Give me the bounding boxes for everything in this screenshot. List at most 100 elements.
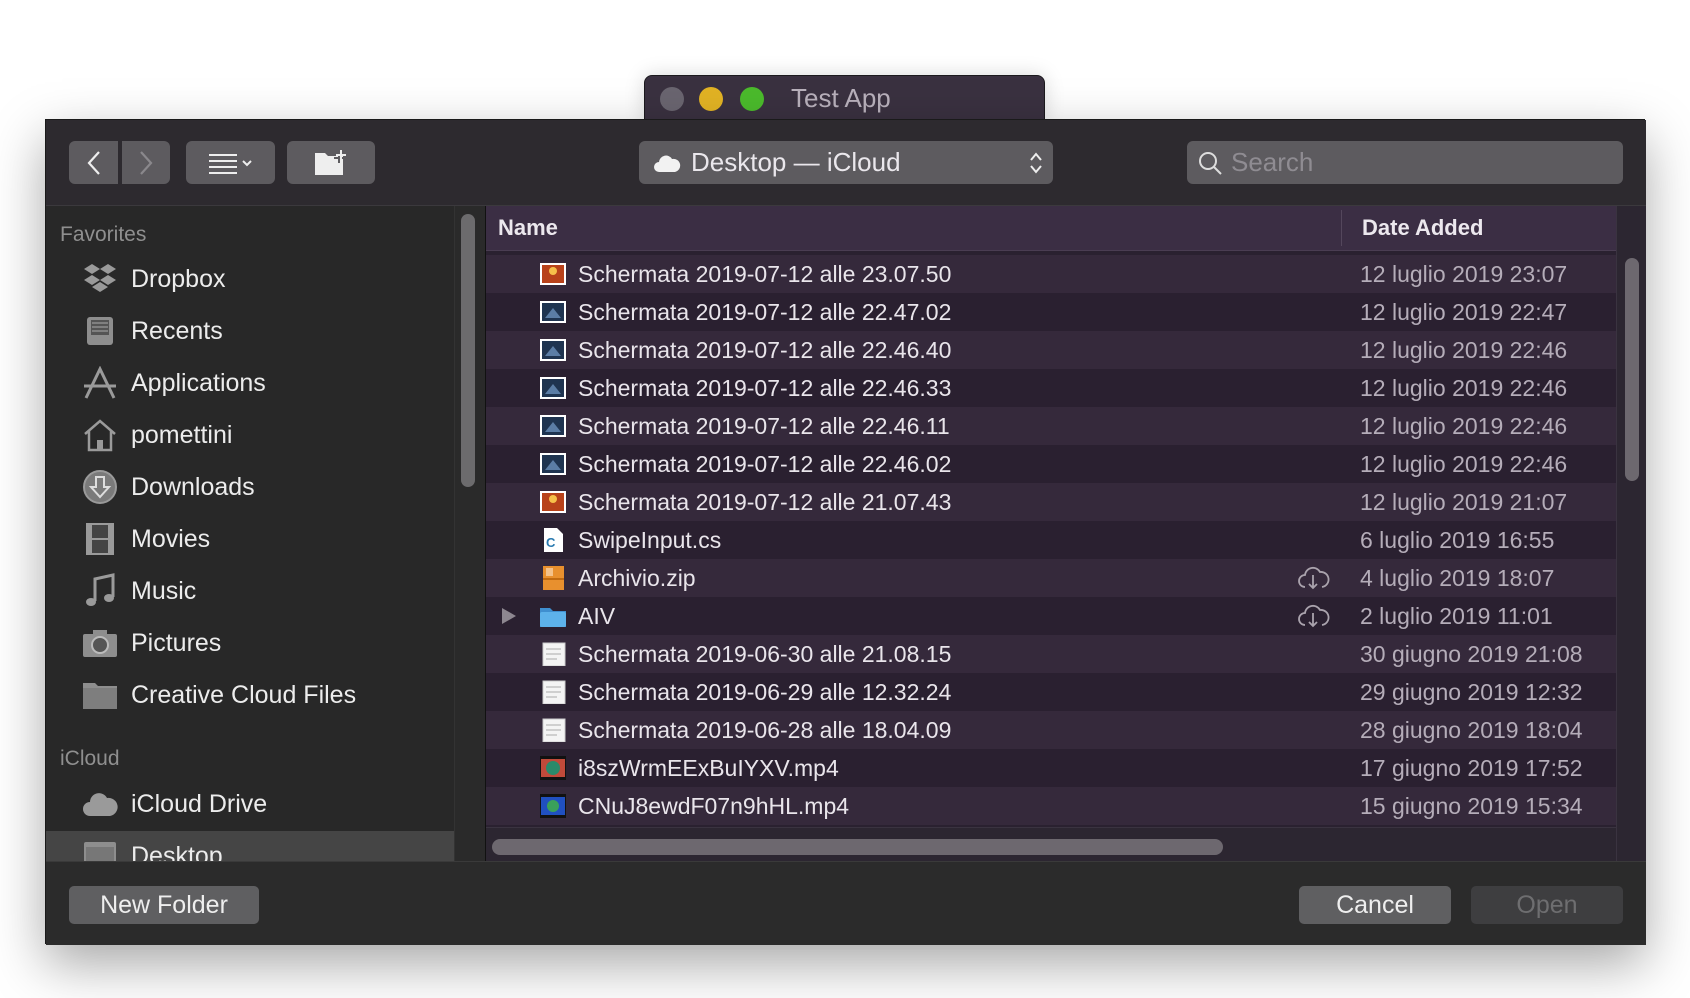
close-window-button[interactable] (660, 87, 684, 111)
sidebar-section-favorites: Favorites (60, 223, 147, 246)
list-horizontal-scrollbar[interactable] (486, 827, 1616, 861)
column-divider[interactable] (1341, 210, 1342, 246)
file-row[interactable]: i8szWrmEExBuIYXV.mp4 17 giugno 2019 17:52 (486, 749, 1616, 787)
folder-plus-icon (315, 149, 346, 175)
up-down-chevron-icon (1030, 151, 1042, 174)
file-row[interactable]: Schermata 2019-07-12 alle 22.46.02 12 lug… (486, 445, 1616, 483)
date-added: 12 luglio 2019 22:46 (1360, 413, 1568, 439)
image-blue-file-icon (540, 415, 566, 437)
folder-file-icon (540, 608, 566, 627)
cloud-download-icon[interactable] (1296, 604, 1330, 628)
file-row[interactable]: Schermata 2019-06-29 alle 12.32.24 29 giu… (486, 673, 1616, 711)
file-row[interactable]: Schermata 2019-07-12 alle 22.46.33 12 lug… (486, 369, 1616, 407)
minimize-window-button[interactable] (699, 87, 723, 111)
file-name: Schermata 2019-07-12 alle 22.46.11 (578, 413, 950, 439)
sidebar-item-pictures[interactable]: Pictures (46, 617, 454, 669)
sidebar-scrollbar[interactable] (454, 206, 485, 861)
file-row[interactable]: Schermata 2019-06-30 alle 21.08.15 30 giu… (486, 635, 1616, 673)
image-white-file-icon (542, 680, 566, 704)
image-white-file-icon (542, 718, 566, 742)
date-added: 6 luglio 2019 16:55 (1360, 527, 1555, 553)
sidebar-item-dropbox[interactable]: Dropbox (46, 253, 454, 305)
date-added: 28 giugno 2019 18:04 (1360, 717, 1583, 743)
sidebar-item-icloud-drive[interactable]: iCloud Drive (46, 778, 454, 830)
cloud-icon (82, 786, 118, 822)
file-row[interactable]: Archivio.zip 4 luglio 2019 18:07 (486, 559, 1616, 597)
recents-icon (82, 313, 118, 349)
sidebar-item-creative-cloud-files[interactable]: Creative Cloud Files (46, 669, 454, 721)
file-name: Schermata 2019-06-28 alle 18.04.09 (578, 717, 952, 743)
disclosure-triangle-icon[interactable] (502, 608, 516, 624)
list-header: Name Date Added (486, 206, 1616, 251)
file-name: Schermata 2019-07-12 alle 22.46.33 (578, 375, 952, 401)
date-added: 2 luglio 2019 11:01 (1360, 603, 1553, 629)
file-name: Schermata 2019-07-12 alle 21.07.43 (578, 489, 952, 515)
sidebar-section-icloud: iCloud (60, 747, 120, 770)
open-dialog: Desktop — iCloud Favorites Dropbox Recen… (45, 119, 1646, 945)
column-header-date-added[interactable]: Date Added (1362, 215, 1483, 241)
sidebar-scroll-thumb[interactable] (461, 214, 475, 487)
file-row[interactable]: Schermata 2019-06-28 alle 18.04.09 28 giu… (486, 711, 1616, 749)
file-row[interactable]: Schermata 2019-07-12 alle 21.07.43 12 lug… (486, 483, 1616, 521)
forward-button[interactable] (122, 141, 170, 184)
window-title: Test App (791, 83, 891, 113)
chevron-right-icon (140, 150, 153, 175)
file-row[interactable]: Schermata 2019-07-12 alle 23.07.50 12 lug… (486, 255, 1616, 293)
video-green-file-icon (540, 756, 566, 780)
file-name: Archivio.zip (578, 565, 696, 591)
horizontal-scroll-thumb[interactable] (492, 839, 1223, 855)
open-button[interactable]: Open (1471, 886, 1623, 924)
view-options-button[interactable] (186, 141, 275, 184)
date-added: 12 luglio 2019 23:07 (1360, 261, 1568, 287)
cloud-download-icon[interactable] (1296, 566, 1330, 590)
folder-icon (82, 677, 118, 713)
file-name: Schermata 2019-07-12 alle 22.47.02 (578, 299, 952, 325)
date-added: 30 giugno 2019 21:08 (1360, 641, 1583, 667)
csharp-file-icon: C (544, 528, 563, 552)
column-header-name[interactable]: Name (498, 215, 558, 241)
file-row[interactable]: CNuJ8ewdF07n9hHL.mp4 15 giugno 2019 15:34 (486, 787, 1616, 825)
file-row[interactable]: Schermata 2019-07-12 alle 22.46.40 12 lug… (486, 331, 1616, 369)
list-view-icon (208, 153, 252, 174)
new-folder-button[interactable]: New Folder (69, 886, 259, 924)
image-white-file-icon (542, 642, 566, 666)
file-name: Schermata 2019-07-12 alle 22.46.02 (578, 451, 952, 477)
file-name: Schermata 2019-07-12 alle 23.07.50 (578, 261, 952, 287)
file-name: i8szWrmEExBuIYXV.mp4 (578, 755, 839, 781)
file-row[interactable]: C SwipeInput.cs 6 luglio 2019 16:55 (486, 521, 1616, 559)
back-button[interactable] (69, 141, 118, 184)
date-added: 12 luglio 2019 22:46 (1360, 375, 1568, 401)
file-row[interactable]: AIV 2 luglio 2019 11:01 (486, 597, 1616, 635)
search-input[interactable] (1231, 147, 1611, 178)
sidebar-item-movies[interactable]: Movies (46, 513, 454, 565)
vertical-scroll-thumb[interactable] (1625, 258, 1639, 481)
file-name: AIV (578, 603, 616, 629)
sidebar-item-home[interactable]: pomettini (46, 409, 454, 461)
file-name: SwipeInput.cs (578, 527, 722, 553)
location-popup[interactable]: Desktop — iCloud (639, 141, 1053, 184)
home-icon (82, 417, 118, 453)
zoom-window-button[interactable] (740, 87, 764, 111)
date-added: 4 luglio 2019 18:07 (1360, 565, 1555, 591)
desktop-icon (82, 838, 118, 861)
image-blue-file-icon (540, 301, 566, 323)
cancel-button[interactable]: Cancel (1299, 886, 1451, 924)
sidebar-item-downloads[interactable]: Downloads (46, 461, 454, 513)
sidebar: Favorites Dropbox Recents Applications p… (46, 206, 454, 861)
file-row[interactable]: Schermata 2019-07-12 alle 22.46.11 12 lug… (486, 407, 1616, 445)
toolbar: Desktop — iCloud (46, 120, 1646, 206)
sidebar-item-desktop[interactable]: Desktop (46, 830, 454, 861)
date-added: 29 giugno 2019 12:32 (1360, 679, 1583, 705)
zip-file-icon (543, 566, 564, 590)
file-row[interactable]: Schermata 2019-07-12 alle 22.47.02 12 lug… (486, 293, 1616, 331)
location-label: Desktop — iCloud (691, 147, 901, 177)
search-field[interactable] (1187, 141, 1623, 184)
file-name: Schermata 2019-06-29 alle 12.32.24 (578, 679, 952, 705)
app-title-tab: Test App (644, 75, 1045, 123)
new-folder-toolbar-button[interactable] (287, 141, 375, 184)
sidebar-item-music[interactable]: Music (46, 565, 454, 617)
list-vertical-scrollbar[interactable] (1616, 206, 1646, 861)
sidebar-item-recents[interactable]: Recents (46, 305, 454, 357)
file-name: Schermata 2019-07-12 alle 22.46.40 (578, 337, 952, 363)
sidebar-item-applications[interactable]: Applications (46, 357, 454, 409)
